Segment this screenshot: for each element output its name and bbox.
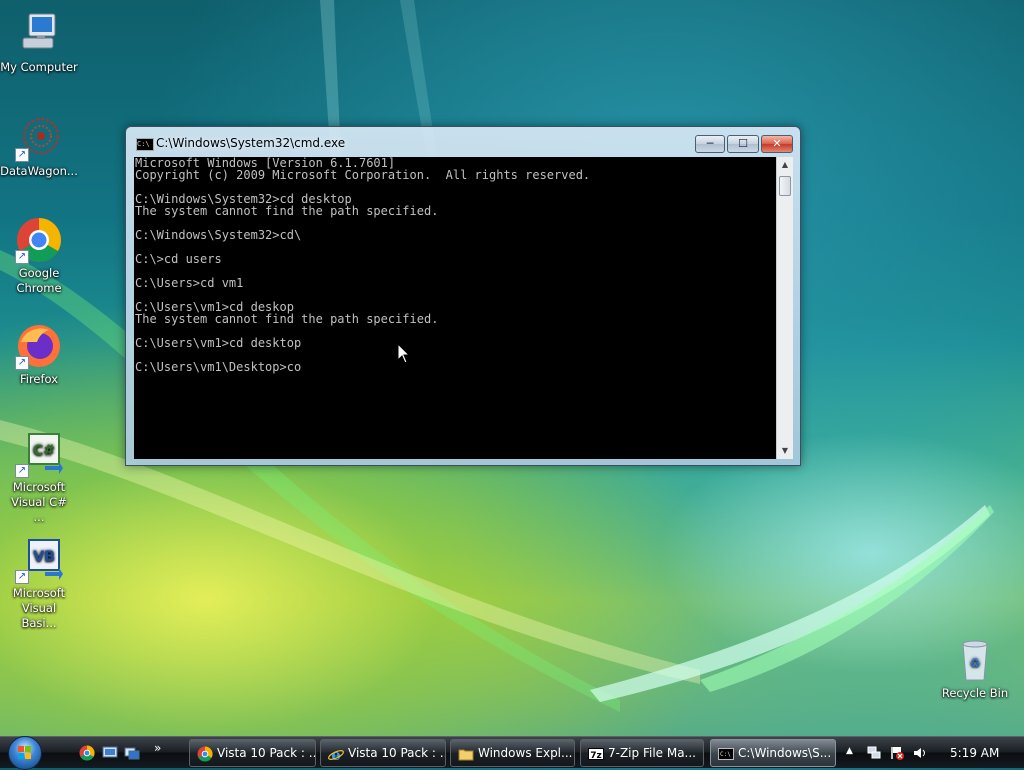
- quicklaunch-show-desktop-icon[interactable]: [102, 745, 118, 761]
- console-line: Copyright (c) 2009 Microsoft Corporation…: [135, 168, 591, 182]
- window-title: C:\Windows\System32\cmd.exe: [156, 136, 346, 150]
- quicklaunch-switch-windows-icon[interactable]: [124, 745, 140, 761]
- ie-icon: e: [328, 746, 344, 762]
- desktop-icon-label: DataWagon...: [0, 164, 78, 178]
- recycle-bin-icon: ♻: [962, 640, 988, 681]
- scroll-up-arrow-icon[interactable]: ▲: [777, 157, 793, 173]
- taskbar-button-label: C:\Windows\S...: [738, 746, 832, 760]
- mouse-pointer-icon: [397, 343, 411, 364]
- shortcut-arrow-icon: ↗: [15, 250, 29, 264]
- console-line: C:\Windows\System32>cd\: [135, 228, 302, 242]
- desktop-icon-google-chrome[interactable]: ↗ Google Chrome: [0, 216, 78, 296]
- desktop-icon-label: My Computer: [0, 60, 78, 74]
- vertical-scrollbar[interactable]: ▲ ▼: [776, 157, 793, 459]
- desktop-icon-label: Microsoft Visual Basi...: [12, 586, 66, 630]
- explorer-icon: [458, 749, 474, 761]
- console-line: C:\>cd users: [135, 252, 222, 266]
- cmd-icon: C:\: [136, 138, 154, 151]
- svg-text:VB: VB: [33, 549, 55, 565]
- taskbar-button-label: Windows Expl...: [478, 746, 573, 760]
- taskbar-button-ie[interactable]: e Vista 10 Pack : ...: [320, 739, 446, 767]
- scroll-thumb[interactable]: [779, 176, 791, 196]
- start-button[interactable]: [8, 736, 42, 770]
- desktop-icon-firefox[interactable]: ↗ Firefox: [0, 322, 78, 387]
- cmd-window[interactable]: C:\ C:\Windows\System32\cmd.exe ─ ☐ ✕ Mi…: [125, 126, 801, 466]
- shortcut-arrow-icon: ↗: [15, 356, 29, 370]
- system-clock[interactable]: 5:19 AM: [950, 737, 999, 769]
- console-line: C:\Users\vm1>cd desktop: [135, 336, 302, 350]
- scroll-down-arrow-icon[interactable]: ▼: [777, 443, 793, 459]
- close-button[interactable]: ✕: [761, 135, 793, 153]
- svg-text:C:\: C:\: [720, 751, 731, 758]
- computer-icon: [22, 13, 56, 49]
- tray-expand-button[interactable]: ▲: [846, 746, 853, 756]
- windows-logo-icon: [18, 746, 31, 759]
- svg-text:C#: C#: [33, 443, 55, 459]
- desktop-icon-label: Recycle Bin: [941, 686, 1009, 700]
- cmd-icon: C:\: [718, 748, 734, 760]
- taskbar-button-label: Vista 10 Pack : ...: [217, 746, 316, 760]
- desktop-icon-my-computer[interactable]: My Computer: [0, 10, 78, 75]
- desktop-icon-label: Microsoft Visual C# ...: [11, 480, 67, 524]
- taskbar-button-label: 7-Zip File Ma...: [608, 746, 696, 760]
- network-icon[interactable]: [867, 746, 881, 760]
- desktop-icon-recycle-bin[interactable]: ♻ Recycle Bin: [936, 636, 1014, 701]
- action-center-warning-icon[interactable]: [890, 746, 904, 760]
- shortcut-arrow-icon: ↗: [15, 148, 29, 162]
- title-bar[interactable]: C:\ C:\Windows\System32\cmd.exe ─ ☐ ✕: [126, 127, 800, 157]
- svg-text:♻: ♻: [970, 656, 981, 670]
- console-line: The system cannot find the path specifie…: [135, 204, 439, 218]
- quicklaunch-more-button[interactable]: »: [154, 741, 161, 755]
- desktop-icon-visual-basic[interactable]: VB ↗ Microsoft Visual Basi...: [0, 536, 78, 631]
- desktop-icon-label: Google Chrome: [16, 266, 62, 295]
- desktop-icon-visual-csharp[interactable]: C# ↗ Microsoft Visual C# ...: [0, 430, 78, 525]
- volume-icon[interactable]: [913, 746, 927, 760]
- taskbar-button-cmd[interactable]: C:\ C:\Windows\S...: [710, 739, 836, 767]
- maximize-button[interactable]: ☐: [727, 135, 759, 153]
- console-line: C:\Users\vm1\Desktop>co: [135, 360, 302, 374]
- console-output[interactable]: Microsoft Windows [Version 6.1.7601] Cop…: [134, 157, 776, 459]
- console-line: The system cannot find the path specifie…: [135, 312, 439, 326]
- shortcut-arrow-icon: ↗: [15, 464, 29, 478]
- quicklaunch-chrome-icon[interactable]: [79, 745, 95, 761]
- chrome-icon: [197, 746, 213, 762]
- taskbar-button-chrome[interactable]: Vista 10 Pack : ...: [189, 739, 316, 767]
- taskbar-button-windows-explorer[interactable]: Windows Expl...: [450, 739, 575, 767]
- console-line: C:\Users>cd vm1: [135, 276, 244, 290]
- 7zip-icon: 7z: [588, 748, 604, 761]
- svg-text:7z: 7z: [590, 751, 602, 761]
- taskbar: » Vista 10 Pack : ... e Vista 10 Pack : …: [0, 736, 1024, 770]
- shortcut-arrow-icon: ↗: [15, 570, 29, 584]
- desktop-icon-datawagon[interactable]: ↗ DataWagon...: [0, 114, 78, 179]
- desktop-icon-label: Firefox: [19, 372, 59, 386]
- taskbar-button-label: Vista 10 Pack : ...: [348, 746, 446, 760]
- taskbar-button-7zip[interactable]: 7z 7-Zip File Ma...: [580, 739, 704, 767]
- minimize-button[interactable]: ─: [695, 135, 725, 153]
